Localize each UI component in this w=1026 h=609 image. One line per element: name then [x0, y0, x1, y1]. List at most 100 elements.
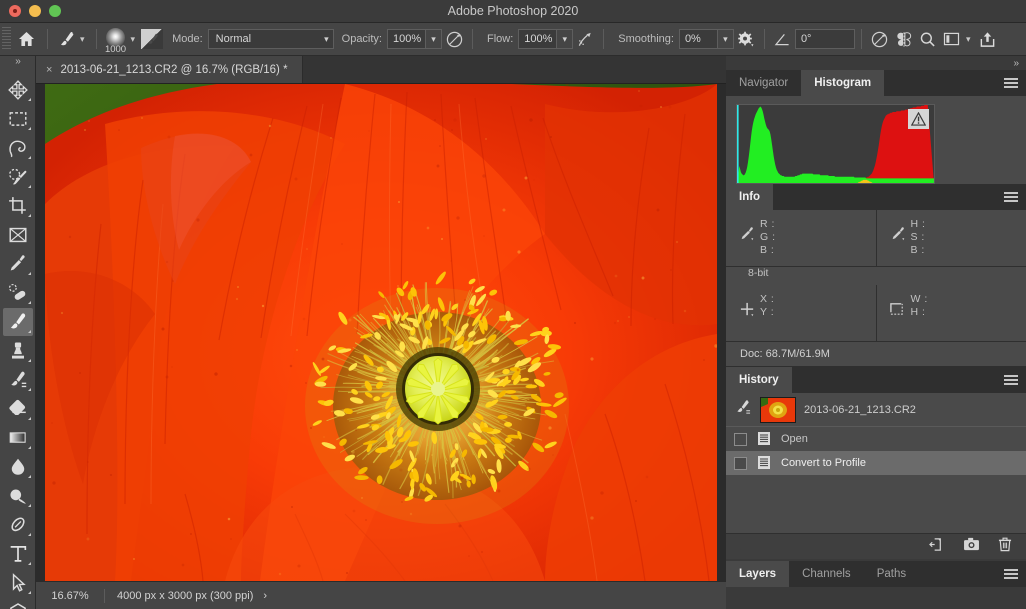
chevron-down-icon[interactable]: ▾	[425, 29, 442, 49]
collapse-panels-icon[interactable]: »	[726, 56, 1026, 70]
opacity-group[interactable]: Opacity: 100% ▾	[334, 23, 442, 56]
chevron-down-icon[interactable]: ▾	[556, 29, 574, 49]
path-selection-tool[interactable]	[3, 569, 33, 597]
pen-tool[interactable]	[3, 511, 33, 539]
create-snapshot-icon[interactable]	[963, 537, 980, 556]
pressure-opacity-icon[interactable]	[442, 27, 466, 51]
history-brush-tool[interactable]	[3, 366, 33, 394]
tool-flyout-indicator[interactable]	[27, 417, 31, 420]
blur-tool[interactable]	[3, 453, 33, 481]
smoothing-field-group[interactable]: 0% ▾	[678, 29, 734, 49]
tool-flyout-indicator[interactable]	[27, 301, 31, 304]
brush-preset-icon[interactable]	[54, 27, 78, 51]
document-tab[interactable]: × 2013-06-21_1213.CR2 @ 16.7% (RGB/16) *	[36, 56, 303, 83]
blend-mode-group[interactable]: Mode: Normal ▾	[164, 23, 334, 56]
spot-healing-brush-tool[interactable]	[3, 279, 33, 307]
history-snapshot-row[interactable]: 2013-06-21_1213.CR2	[726, 393, 1026, 427]
tab-history[interactable]: History	[726, 367, 792, 393]
tool-flyout-indicator[interactable]	[27, 504, 31, 507]
pressure-size-icon[interactable]	[868, 27, 892, 51]
crop-tool[interactable]	[3, 192, 33, 220]
tool-flyout-indicator[interactable]	[27, 533, 31, 536]
tool-flyout-indicator[interactable]	[27, 185, 31, 188]
history-snapshot-thumbnail[interactable]	[760, 396, 796, 423]
out-of-date-cached-data-warning[interactable]	[908, 109, 929, 129]
tool-flyout-indicator[interactable]	[27, 446, 31, 449]
brush-tool[interactable]	[2, 308, 33, 336]
history-state-row[interactable]: Open	[726, 427, 1026, 451]
history-state-row[interactable]: Convert to Profile	[726, 451, 1026, 475]
tool-flyout-indicator[interactable]	[27, 214, 31, 217]
history-source-icon[interactable]	[734, 399, 752, 420]
chevron-down-icon[interactable]: ▾	[129, 34, 141, 44]
lasso-tool[interactable]	[3, 134, 33, 162]
opacity-input[interactable]: 100%	[387, 29, 425, 49]
symmetry-butterfly-icon[interactable]	[892, 27, 916, 51]
search-icon[interactable]	[916, 27, 940, 51]
home-icon[interactable]	[11, 27, 41, 51]
dodge-tool[interactable]	[3, 482, 33, 510]
panel-menu-icon[interactable]	[1004, 375, 1018, 385]
gradient-tool[interactable]	[3, 424, 33, 452]
workspace-switcher[interactable]: ▾	[940, 23, 976, 56]
tool-flyout-indicator[interactable]	[27, 388, 31, 391]
zoom-level[interactable]: 16.67%	[36, 590, 104, 602]
panel-menu-icon[interactable]	[1004, 192, 1018, 202]
info-hsb-readout[interactable]: H : S : B :	[875, 210, 1026, 266]
chevron-down-icon[interactable]: ▾	[716, 29, 734, 49]
panel-menu-icon[interactable]	[1004, 569, 1018, 579]
flow-field-group[interactable]: 100% ▾	[518, 29, 574, 49]
tab-navigator[interactable]: Navigator	[726, 70, 802, 96]
airbrush-icon[interactable]	[573, 27, 597, 51]
chevron-down-icon[interactable]: ▾	[324, 34, 329, 45]
tool-flyout-indicator[interactable]	[27, 98, 31, 101]
workspace-switcher-icon[interactable]	[940, 27, 964, 51]
collapse-tools-icon[interactable]: »	[0, 56, 36, 67]
eyedropper-tool[interactable]	[3, 250, 33, 278]
brush-settings-panel-icon[interactable]	[140, 27, 164, 51]
tool-flyout-indicator[interactable]	[27, 127, 31, 130]
brush-angle-input[interactable]: 0°	[794, 29, 855, 49]
tab-info[interactable]: Info	[726, 184, 774, 210]
move-tool[interactable]	[3, 76, 33, 104]
brush-preset-picker[interactable]: ▾	[54, 23, 90, 56]
flow-group[interactable]: Flow: 100% ▾	[479, 23, 574, 56]
tool-flyout-indicator[interactable]	[27, 156, 31, 159]
tab-channels[interactable]: Channels	[789, 561, 864, 587]
eraser-tool[interactable]	[3, 395, 33, 423]
chevron-down-icon[interactable]: ▾	[78, 34, 90, 44]
close-icon[interactable]: ×	[46, 64, 52, 76]
brush-tip-preview[interactable]: 1000	[103, 26, 129, 55]
create-document-from-state-icon[interactable]	[929, 537, 945, 557]
shape-tool[interactable]	[3, 598, 33, 609]
panel-menu-icon[interactable]	[1004, 78, 1018, 88]
histogram-plot[interactable]	[736, 104, 935, 184]
tab-histogram[interactable]: Histogram	[801, 70, 885, 96]
tab-paths[interactable]: Paths	[863, 561, 920, 587]
quick-selection-tool[interactable]	[3, 163, 33, 191]
flow-input[interactable]: 100%	[518, 29, 557, 49]
share-icon[interactable]	[975, 27, 999, 51]
smoothing-options-gear-icon[interactable]	[734, 27, 758, 51]
info-rgb-readout[interactable]: R : G : B :	[726, 210, 876, 266]
brush-size-picker[interactable]: 1000 ▾	[103, 23, 141, 56]
history-state-checkbox[interactable]	[734, 456, 747, 470]
rectangular-marquee-tool[interactable]	[3, 105, 33, 133]
chevron-down-icon[interactable]: ▾	[964, 34, 976, 44]
canvas-area[interactable]	[36, 84, 726, 581]
frame-tool[interactable]	[3, 221, 33, 249]
clone-stamp-tool[interactable]	[3, 337, 33, 365]
tab-layers[interactable]: Layers	[726, 561, 790, 587]
options-bar-grip[interactable]	[2, 27, 11, 51]
tool-flyout-indicator[interactable]	[27, 562, 31, 565]
blend-mode-select[interactable]: Normal ▾	[207, 29, 334, 49]
type-tool[interactable]	[3, 540, 33, 568]
status-expand-icon[interactable]: ›	[253, 590, 267, 602]
opacity-field-group[interactable]: 100% ▾	[387, 29, 442, 49]
tool-flyout-indicator[interactable]	[27, 330, 31, 333]
document-image[interactable]	[45, 84, 717, 581]
tool-flyout-indicator[interactable]	[27, 475, 31, 478]
delete-state-icon[interactable]	[998, 537, 1012, 557]
tool-flyout-indicator[interactable]	[27, 591, 31, 594]
tool-flyout-indicator[interactable]	[27, 272, 31, 275]
